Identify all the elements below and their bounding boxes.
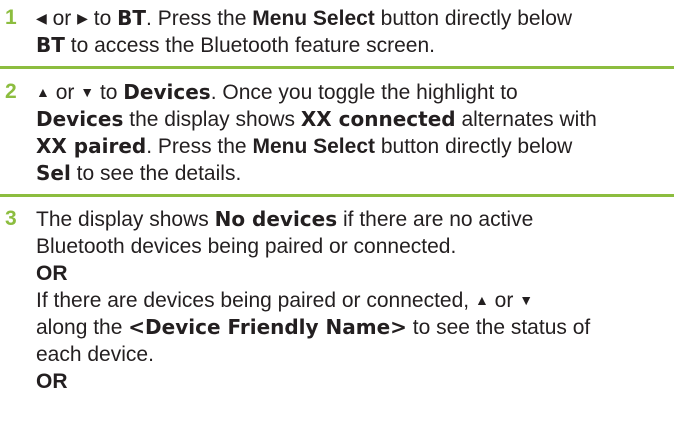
display-text-sel: Sel bbox=[36, 161, 71, 185]
to-text: to bbox=[99, 81, 118, 104]
display-text-devices: Devices bbox=[36, 107, 124, 131]
display-text-paired: XX paired bbox=[36, 134, 147, 158]
step-text: ▲ or ▼ to Devices. Once you toggle the h… bbox=[36, 79, 680, 187]
step-text: ◀ or ▶ to BT. Press the Menu Select butt… bbox=[36, 5, 680, 59]
display-text-no-devices: No devices bbox=[214, 207, 338, 231]
instruction-text: alternates with bbox=[461, 108, 597, 131]
up-arrow-icon: ▲ bbox=[36, 84, 50, 100]
display-text-connected: XX connected bbox=[300, 107, 456, 131]
or-text: or bbox=[494, 289, 514, 312]
instruction-text: button directly below bbox=[380, 135, 573, 158]
menu-select-label: Menu Select bbox=[252, 135, 375, 158]
or-separator: OR bbox=[36, 262, 68, 285]
section-divider bbox=[0, 194, 674, 197]
display-text-bt: BT bbox=[117, 6, 147, 30]
right-arrow-icon: ▶ bbox=[77, 10, 88, 26]
instruction-text: . Once you toggle the highlight to bbox=[210, 81, 518, 104]
to-text: to bbox=[93, 7, 112, 30]
left-arrow-icon: ◀ bbox=[36, 10, 47, 26]
display-text-devices: Devices bbox=[123, 80, 211, 104]
menu-select-label: Menu Select bbox=[252, 7, 375, 30]
section-divider bbox=[0, 66, 674, 69]
instruction-text: . Press the bbox=[146, 7, 247, 30]
step-number: 3 bbox=[5, 207, 17, 230]
or-text: or bbox=[55, 81, 75, 104]
or-separator: OR bbox=[36, 370, 68, 393]
step-number: 2 bbox=[5, 80, 17, 103]
instruction-text: the display shows bbox=[129, 108, 295, 131]
down-arrow-icon: ▼ bbox=[80, 84, 95, 100]
instruction-text: The display shows bbox=[36, 208, 209, 231]
step-number: 1 bbox=[5, 6, 17, 29]
step-text: The display shows No devices if there ar… bbox=[36, 206, 624, 395]
display-text-friendly-name: <Device Friendly Name> bbox=[128, 315, 407, 339]
instruction-text: to access the Bluetooth feature screen. bbox=[70, 34, 435, 57]
or-text: or bbox=[52, 7, 72, 30]
instruction-text: . Press the bbox=[146, 135, 247, 158]
instruction-page: 1 ◀ or ▶ to BT. Press the Menu Select bu… bbox=[0, 0, 684, 423]
up-arrow-icon: ▲ bbox=[474, 292, 489, 308]
instruction-text: along the bbox=[36, 316, 123, 339]
instruction-text: to see the details. bbox=[76, 162, 242, 185]
instruction-text: If there are devices being paired or con… bbox=[36, 289, 470, 312]
down-arrow-icon: ▼ bbox=[519, 292, 534, 308]
instruction-text: button directly below bbox=[380, 7, 573, 30]
display-text-bt: BT bbox=[36, 33, 65, 57]
